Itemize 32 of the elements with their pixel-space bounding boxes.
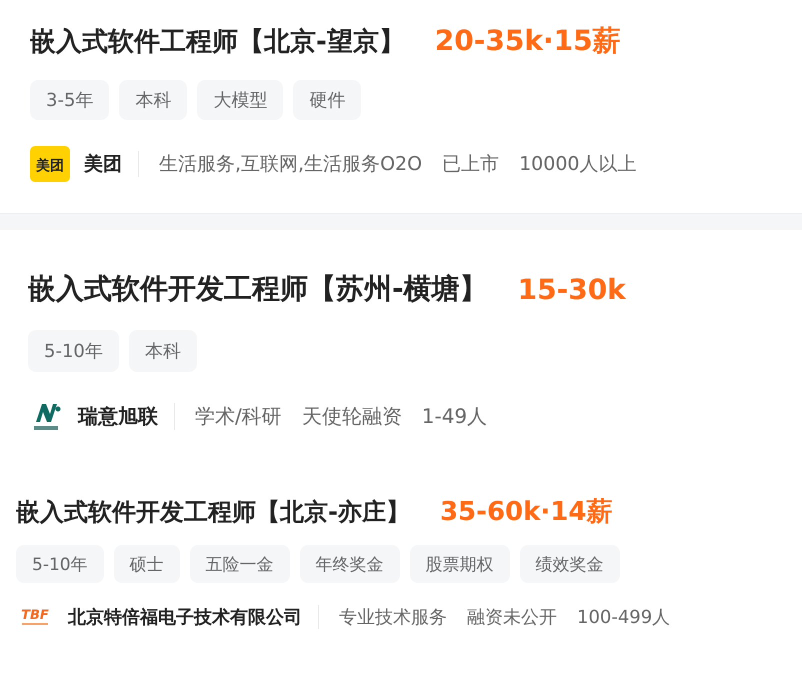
company-detail: 专业技术服务 xyxy=(339,606,447,629)
company-detail: 100-499人 xyxy=(577,606,670,629)
job-title[interactable]: 嵌入式软件开发工程师【北京-亦庄】 xyxy=(16,496,410,528)
job-title[interactable]: 嵌入式软件开发工程师【苏州-横塘】 xyxy=(28,270,488,308)
company-name[interactable]: 瑞意旭联 xyxy=(78,402,175,430)
company-detail: 天使轮融资 xyxy=(302,402,402,430)
salary: 15-30k xyxy=(518,272,626,306)
tag: 3-5年 xyxy=(30,80,110,120)
tag: 绩效奖金 xyxy=(520,545,620,583)
tag: 硕士 xyxy=(114,545,180,583)
company-detail: 10000人以上 xyxy=(519,152,637,177)
tag: 大模型 xyxy=(197,80,284,120)
company-detail: 1-49人 xyxy=(422,402,488,430)
company-name[interactable]: 美团 xyxy=(84,151,139,177)
job-title[interactable]: 嵌入式软件工程师【北京-望京】 xyxy=(30,24,405,58)
company-logo: TBF xyxy=(16,605,54,629)
company-detail: 融资未公开 xyxy=(467,606,557,629)
tag: 年终奖金 xyxy=(300,545,400,583)
tag: 股票期权 xyxy=(410,545,510,583)
tag: 本科 xyxy=(119,80,188,120)
company-detail: 已上市 xyxy=(442,152,500,177)
company-detail: 学术/科研 xyxy=(195,402,282,430)
company-logo: 美团 xyxy=(30,146,70,182)
salary: 35-60k·14薪 xyxy=(440,496,612,529)
tag: 5-10年 xyxy=(16,545,104,583)
salary: 20-35k·15薪 xyxy=(434,23,621,59)
tag: 硬件 xyxy=(293,80,362,120)
tag: 五险一金 xyxy=(190,545,290,583)
company-name[interactable]: 北京特倍福电子技术有限公司 xyxy=(68,605,319,629)
tag: 本科 xyxy=(128,330,197,372)
tag: 5-10年 xyxy=(28,330,119,372)
company-detail: 生活服务,互联网,生活服务O2O xyxy=(159,152,422,177)
